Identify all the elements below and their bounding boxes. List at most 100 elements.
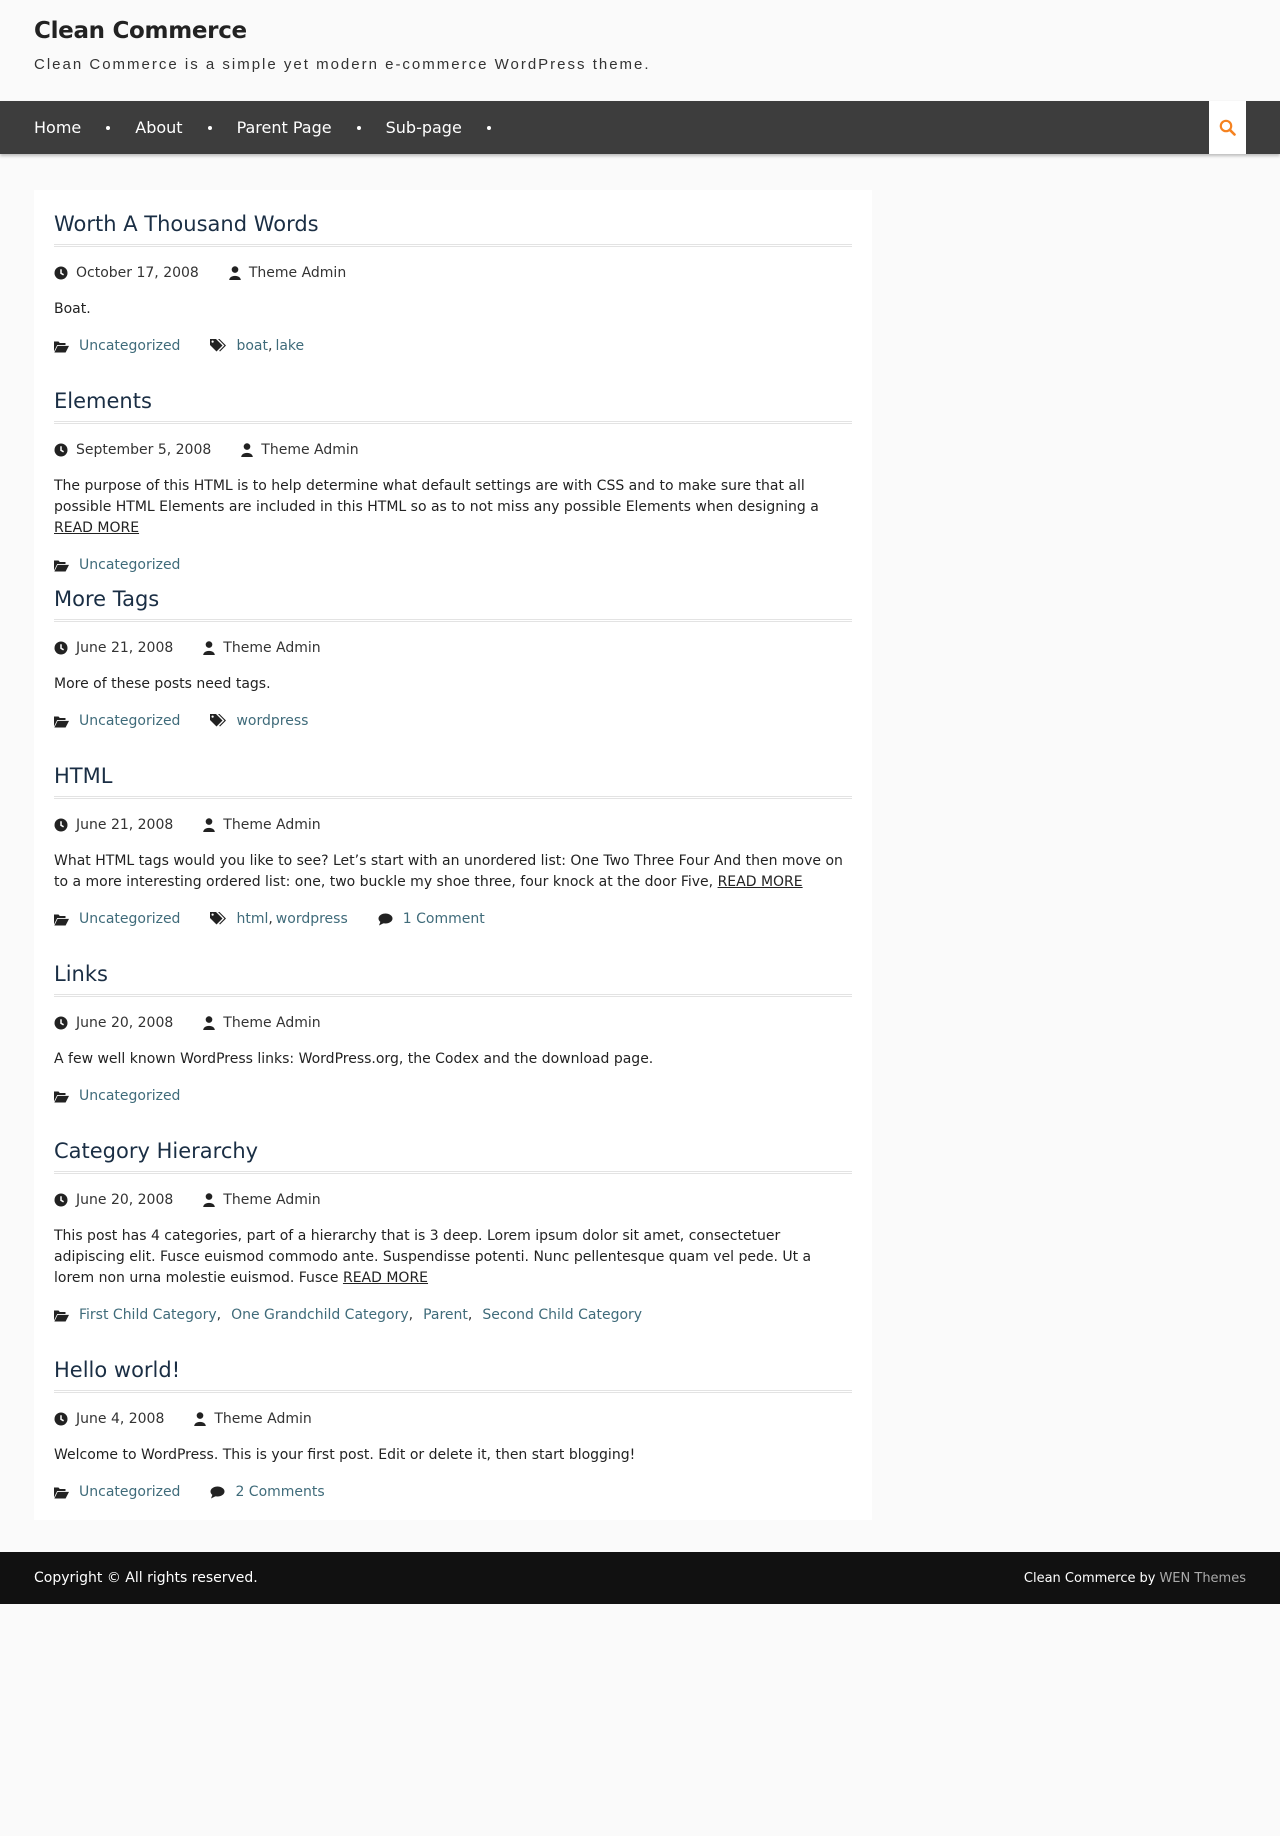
post-title[interactable]: HTML <box>54 762 852 799</box>
nav-item-sub-page[interactable]: Sub-page <box>386 118 516 137</box>
post-meta: June 4, 2008 Theme Admin <box>54 1409 852 1429</box>
category-link[interactable]: Uncategorized <box>79 557 180 573</box>
post-meta: June 21, 2008 Theme Admin <box>54 638 852 658</box>
post-author-name[interactable]: Theme Admin <box>249 265 346 281</box>
comment-icon <box>378 913 393 925</box>
post-comments: 1 Comment <box>378 911 485 927</box>
post-title[interactable]: More Tags <box>54 585 852 622</box>
tag-link[interactable]: wordpress <box>236 713 308 729</box>
tag-separator: , <box>267 338 273 354</box>
nav-item-home[interactable]: Home <box>34 118 135 137</box>
nav-item-about[interactable]: About <box>135 118 236 137</box>
post-date[interactable]: October 17, 2008 <box>54 265 199 281</box>
category-link[interactable]: Uncategorized <box>79 713 180 729</box>
read-more-link[interactable]: READ MORE <box>718 874 803 890</box>
tag-link[interactable]: boat <box>236 338 268 354</box>
post-date-text[interactable]: September 5, 2008 <box>76 442 211 458</box>
post-author-name[interactable]: Theme Admin <box>223 817 320 833</box>
nav-item-parent-page[interactable]: Parent Page <box>237 118 386 137</box>
user-icon <box>229 266 241 280</box>
post-article: Hello world! June 4, 2008 Theme Admin We… <box>54 1356 852 1502</box>
read-more-link[interactable]: READ MORE <box>343 1270 428 1286</box>
clock-icon <box>54 443 68 457</box>
folder-open-icon <box>54 560 69 571</box>
post-comments: 2 Comments <box>210 1484 325 1500</box>
folder-open-icon <box>54 1091 69 1102</box>
clock-icon <box>54 1016 68 1030</box>
post-date[interactable]: June 20, 2008 <box>54 1015 173 1031</box>
category-link[interactable]: Uncategorized <box>79 338 180 354</box>
post-title[interactable]: Worth A Thousand Words <box>54 210 852 247</box>
folder-open-icon <box>54 914 69 925</box>
post-author[interactable]: Theme Admin <box>203 817 321 833</box>
category-link[interactable]: Uncategorized <box>79 911 180 927</box>
post-excerpt-text: This post has 4 categories, part of a hi… <box>54 1228 812 1286</box>
post-author[interactable]: Theme Admin <box>229 265 346 281</box>
tag-link[interactable]: html <box>236 911 268 927</box>
search-button[interactable] <box>1209 101 1246 154</box>
category-link[interactable]: Uncategorized <box>79 1088 180 1104</box>
post-tags: boat, lake <box>210 338 304 354</box>
tags-icon <box>210 714 227 727</box>
post-title[interactable]: Hello world! <box>54 1356 852 1393</box>
post-meta: June 20, 2008 Theme Admin <box>54 1013 852 1033</box>
tag-link[interactable]: wordpress <box>276 911 348 927</box>
post-author-name[interactable]: Theme Admin <box>223 1015 320 1031</box>
post-title[interactable]: Elements <box>54 387 852 424</box>
category-link[interactable]: Uncategorized <box>79 1484 180 1500</box>
main-navigation: Home About Parent Page Sub-page <box>0 101 1280 154</box>
post-date[interactable]: June 21, 2008 <box>54 817 173 833</box>
post-excerpt-text: More of these posts need tags. <box>54 676 271 692</box>
comments-link[interactable]: 1 Comment <box>403 911 485 927</box>
category-link[interactable]: One Grandchild Category <box>231 1307 409 1323</box>
post-date-text[interactable]: June 21, 2008 <box>76 817 173 833</box>
post-categories: Uncategorized <box>54 557 180 573</box>
nav-item-label[interactable]: About <box>135 118 182 137</box>
post-meta: September 5, 2008 Theme Admin <box>54 440 852 460</box>
post-date[interactable]: September 5, 2008 <box>54 442 211 458</box>
clock-icon <box>54 641 68 655</box>
user-icon <box>241 443 254 457</box>
post-excerpt: Welcome to WordPress. This is your first… <box>54 1445 852 1466</box>
post-title[interactable]: Links <box>54 960 852 997</box>
post-date-text[interactable]: June 4, 2008 <box>76 1411 164 1427</box>
category-link[interactable]: Second Child Category <box>482 1307 642 1323</box>
post-date-text[interactable]: June 21, 2008 <box>76 640 173 656</box>
nav-item-label[interactable]: Parent Page <box>237 118 332 137</box>
post-excerpt: A few well known WordPress links: WordPr… <box>54 1049 852 1070</box>
nav-item-label[interactable]: Home <box>34 118 81 137</box>
site-title[interactable]: Clean Commerce <box>34 18 247 44</box>
post-excerpt: More of these posts need tags. <box>54 674 852 695</box>
post-date[interactable]: June 4, 2008 <box>54 1411 164 1427</box>
user-icon <box>203 641 216 655</box>
post-author[interactable]: Theme Admin <box>203 640 321 656</box>
post-author-name[interactable]: Theme Admin <box>223 640 320 656</box>
post-author-name[interactable]: Theme Admin <box>261 442 358 458</box>
post-article: Elements September 5, 2008 Theme Admin T… <box>54 387 852 575</box>
posts-container: Worth A Thousand Words October 17, 2008 … <box>34 190 872 1520</box>
post-author-name[interactable]: Theme Admin <box>214 1411 311 1427</box>
post-date-text[interactable]: October 17, 2008 <box>76 265 199 281</box>
comments-link[interactable]: 2 Comments <box>235 1484 324 1500</box>
post-date[interactable]: June 21, 2008 <box>54 640 173 656</box>
category-link[interactable]: Parent <box>423 1307 468 1323</box>
post-article: More Tags June 21, 2008 Theme Admin More… <box>54 585 852 731</box>
post-author-name[interactable]: Theme Admin <box>223 1192 320 1208</box>
folder-open-icon <box>54 341 69 352</box>
post-title[interactable]: Category Hierarchy <box>54 1137 852 1174</box>
post-author[interactable]: Theme Admin <box>194 1411 312 1427</box>
post-author[interactable]: Theme Admin <box>241 442 359 458</box>
theme-author-link[interactable]: WEN Themes <box>1159 1571 1246 1586</box>
post-author[interactable]: Theme Admin <box>203 1015 321 1031</box>
copyright-text: Copyright © All rights reserved. <box>34 1570 258 1586</box>
nav-separator <box>486 125 491 130</box>
post-author[interactable]: Theme Admin <box>203 1192 321 1208</box>
post-date-text[interactable]: June 20, 2008 <box>76 1015 173 1031</box>
tag-link[interactable]: lake <box>275 338 304 354</box>
read-more-link[interactable]: READ MORE <box>54 520 139 536</box>
post-date[interactable]: June 20, 2008 <box>54 1192 173 1208</box>
post-date-text[interactable]: June 20, 2008 <box>76 1192 173 1208</box>
nav-item-label[interactable]: Sub-page <box>386 118 462 137</box>
post-article: Worth A Thousand Words October 17, 2008 … <box>54 210 852 356</box>
category-link[interactable]: First Child Category <box>79 1307 217 1323</box>
